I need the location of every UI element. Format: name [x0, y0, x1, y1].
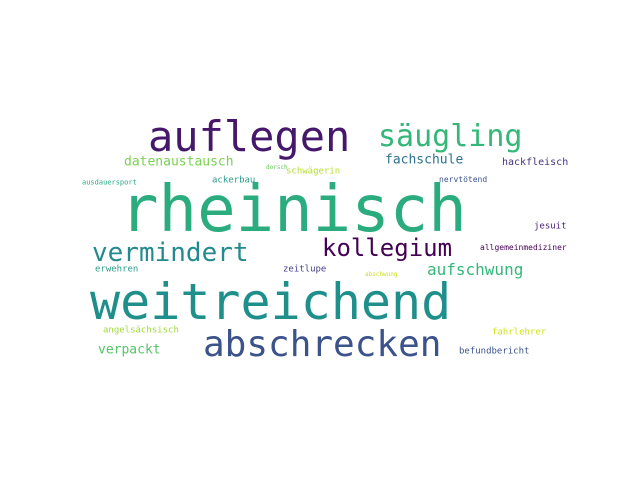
word-datenaustausch: datenaustausch	[124, 154, 234, 170]
word-angelsaechsisch: angelsächsisch	[103, 325, 179, 336]
word-abschwung: abschwung	[365, 271, 398, 278]
word-weitreichend: weitreichend	[90, 273, 452, 331]
word-zeitlupe: zeitlupe	[283, 264, 327, 275]
word-aufschwung: aufschwung	[427, 260, 524, 279]
word-cloud: rheinisch weitreichend auflegen abschrec…	[0, 0, 640, 480]
word-jesuit: jesuit	[534, 221, 567, 232]
word-verpackt: verpackt	[98, 342, 161, 358]
word-dorsch: dorsch	[266, 164, 288, 171]
word-hackfleisch: hackfleisch	[502, 157, 569, 168]
word-abschrecken: abschrecken	[203, 324, 442, 365]
word-saeugling: säugling	[378, 119, 523, 154]
word-schwaegerin: schwägerin	[286, 166, 341, 177]
word-nervtoetend: nervtötend	[439, 175, 488, 184]
word-ausdauersport: ausdauersport	[82, 178, 137, 187]
word-fahrlehrer: fahrlehrer	[492, 327, 547, 338]
word-vermindert: vermindert	[92, 238, 249, 268]
word-befundbericht: befundbericht	[459, 346, 530, 357]
word-rheinisch: rheinisch	[120, 173, 467, 247]
word-auflegen: auflegen	[148, 112, 351, 161]
word-ackerbau: ackerbau	[212, 175, 256, 186]
word-erwehren: erwehren	[95, 264, 139, 275]
word-kollegium: kollegium	[322, 234, 453, 262]
word-fachschule: fachschule	[385, 152, 464, 168]
word-allgemeinmediziner: allgemeinmediziner	[480, 243, 567, 252]
